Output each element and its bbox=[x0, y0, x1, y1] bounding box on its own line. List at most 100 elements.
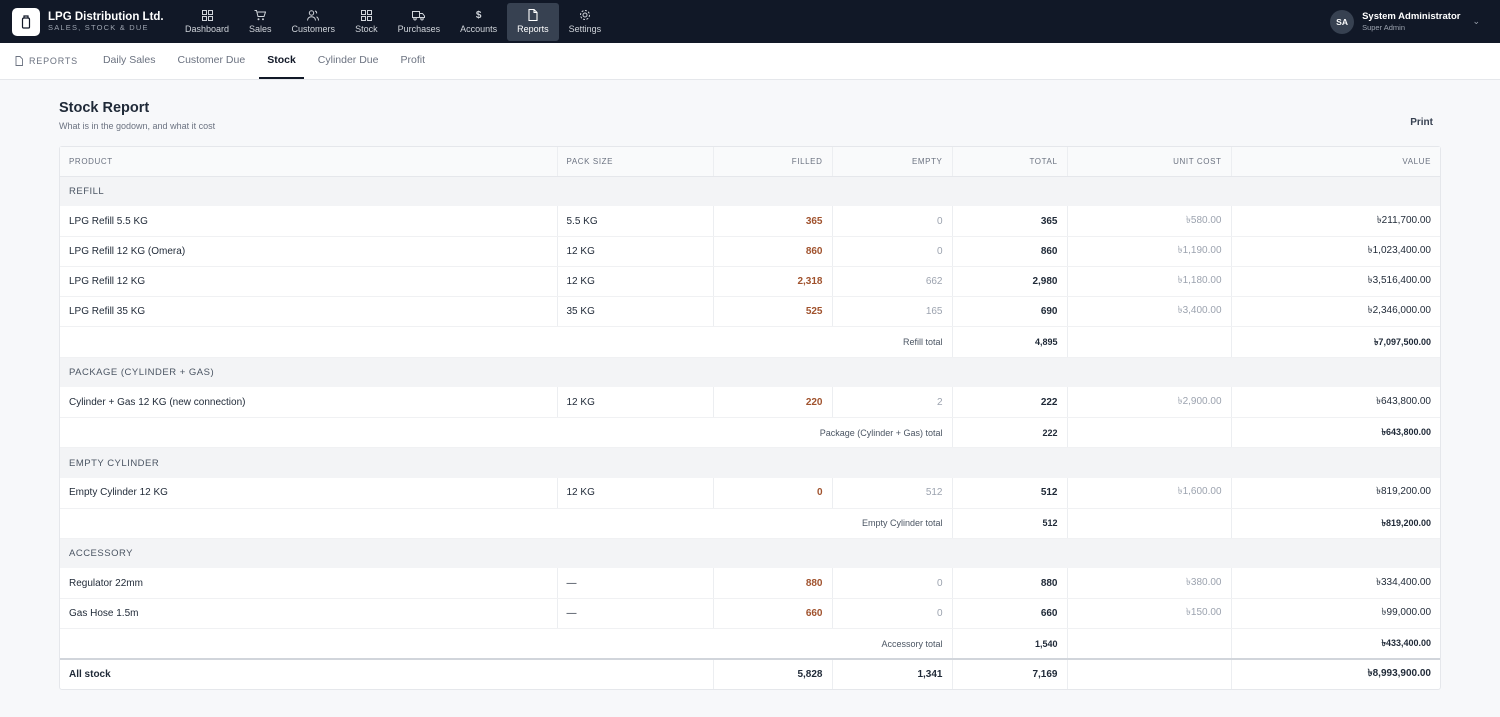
cart-icon bbox=[253, 9, 267, 21]
nav-item-accounts[interactable]: $ Accounts bbox=[450, 3, 507, 41]
group-header-row: REFILL bbox=[60, 176, 1440, 207]
table-row[interactable]: LPG Refill 12 KG (Omera) 12 KG 860 0 860 ৳1,1… bbox=[60, 236, 1440, 268]
empty-cell bbox=[1066, 417, 1231, 449]
group-header-row: PACKAGE (CYLINDER + GAS) bbox=[60, 357, 1440, 388]
total-qty: 222 bbox=[951, 387, 1067, 419]
filled-qty: 860 bbox=[712, 236, 832, 268]
group-title: PACKAGE (CYLINDER + GAS) bbox=[60, 357, 1440, 388]
product-name: Empty Cylinder 12 KG bbox=[60, 477, 557, 509]
nav-item-sales[interactable]: Sales bbox=[239, 3, 282, 41]
page-subtitle: What is in the godown, and what it cost bbox=[59, 121, 216, 131]
table-row[interactable]: LPG Refill 35 KG 35 KG 525 165 690 ৳3,400.00 ৳… bbox=[60, 296, 1440, 328]
dollar-icon: $ bbox=[475, 9, 482, 21]
column-header-product[interactable]: PRODUCT bbox=[60, 147, 557, 177]
brand[interactable]: LPG Distribution Ltd. SALES, STOCK & DUE bbox=[12, 7, 172, 36]
nav-label: Sales bbox=[249, 23, 272, 34]
user-name: System Administrator bbox=[1362, 11, 1461, 23]
nav-label: Dashboard bbox=[185, 23, 230, 34]
product-name: LPG Refill 5.5 KG bbox=[60, 206, 557, 237]
product-name: LPG Refill 35 KG bbox=[60, 296, 557, 328]
empty-qty: 0 bbox=[831, 568, 952, 600]
total-qty: 512 bbox=[951, 477, 1067, 509]
user-menu[interactable]: SA System Administrator Super Admin ⌄ bbox=[1330, 0, 1480, 43]
table-row[interactable]: LPG Refill 5.5 KG 5.5 KG 365 0 365 ৳580.00 ৳21… bbox=[60, 206, 1440, 237]
unit-cost: ৳380.00 bbox=[1066, 568, 1231, 600]
group-header-row: EMPTY CYLINDER bbox=[60, 447, 1440, 478]
table-row[interactable]: LPG Refill 12 KG 12 KG 2,318 662 2,980 ৳1,180… bbox=[60, 266, 1440, 298]
nav-item-settings[interactable]: Settings bbox=[559, 3, 612, 41]
nav-item-dashboard[interactable]: Dashboard bbox=[175, 3, 239, 41]
tab-cylinder-due[interactable]: Cylinder Due bbox=[310, 43, 387, 79]
tab-profit[interactable]: Profit bbox=[392, 43, 433, 79]
table-row[interactable]: Regulator 22mm —880 0 880 ৳380.00 ৳334,400.00 bbox=[60, 568, 1440, 600]
stock-table-card: PRODUCT PACK SIZE FILLED EMPTY TOTAL UNIT COS… bbox=[59, 146, 1441, 690]
empty-qty: 2 bbox=[831, 387, 952, 419]
table-row[interactable]: Cylinder + Gas 12 KG (new connection) 12 … bbox=[60, 387, 1440, 419]
empty-cell bbox=[1066, 326, 1231, 358]
total-qty: 2,980 bbox=[951, 266, 1067, 298]
total-qty: 690 bbox=[951, 296, 1067, 328]
column-header-value[interactable]: VALUE bbox=[1230, 147, 1440, 177]
column-header-empty[interactable]: EMPTY bbox=[831, 147, 952, 177]
pack-size: — bbox=[556, 598, 713, 630]
pack-size: 35 KG bbox=[556, 296, 713, 328]
unit-cost: ৳580.00 bbox=[1066, 206, 1231, 237]
nav-label: Purchases bbox=[397, 23, 441, 34]
print-button[interactable]: Print bbox=[1410, 117, 1433, 128]
table-row[interactable]: Empty Cylinder 12 KG 12 KG 0 512 512 ৳1,600.0… bbox=[60, 477, 1440, 509]
nav-label: Accounts bbox=[460, 23, 498, 34]
column-header-total[interactable]: TOTAL bbox=[951, 147, 1067, 177]
column-header-unit-cost[interactable]: UNIT COST bbox=[1066, 147, 1231, 177]
total-qty: 365 bbox=[951, 206, 1067, 237]
nav-label: Reports bbox=[517, 23, 549, 34]
stock-table: PRODUCT PACK SIZE FILLED EMPTY TOTAL UNIT COS… bbox=[60, 147, 1440, 689]
grand-total-row: All stock 5,828 1,341 7,169 ৳8,993,900.00 bbox=[60, 658, 1440, 689]
empty-qty: 165 bbox=[831, 296, 952, 328]
pack-size: 12 KG bbox=[556, 477, 713, 509]
table-row[interactable]: Gas Hose 1.5m —660 0 660 ৳150.00 ৳99,000.00 bbox=[60, 598, 1440, 630]
group-total-row: Refill total 4,895 ৳7,097,500.00 bbox=[60, 326, 1440, 358]
grand-value: ৳8,993,900.00 bbox=[1230, 658, 1440, 689]
stock-value: ৳3,516,400.00 bbox=[1230, 266, 1440, 298]
tab-daily-sales[interactable]: Daily Sales bbox=[95, 43, 164, 79]
nav-item-purchases[interactable]: Purchases bbox=[388, 3, 451, 41]
group-total-label: Empty Cylinder total bbox=[60, 508, 952, 539]
filled-qty: 365 bbox=[712, 206, 832, 237]
nav-item-customers[interactable]: Customers bbox=[282, 3, 346, 41]
empty-cell bbox=[1066, 658, 1231, 689]
group-total-qty: 222 bbox=[951, 417, 1067, 449]
unit-cost: ৳2,900.00 bbox=[1066, 387, 1231, 419]
filled-qty: 220 bbox=[712, 387, 832, 419]
document-icon bbox=[526, 9, 540, 21]
empty-cell bbox=[1066, 628, 1231, 660]
pack-size: 12 KG bbox=[556, 236, 713, 268]
grand-filled: 5,828 bbox=[712, 658, 832, 689]
group-title: REFILL bbox=[60, 176, 1440, 207]
group-total-value: ৳819,200.00 bbox=[1230, 508, 1440, 539]
unit-cost: ৳1,600.00 bbox=[1066, 477, 1231, 509]
nav-label: Settings bbox=[568, 23, 602, 34]
group-total-value: ৳433,400.00 bbox=[1230, 628, 1440, 660]
stock-value: ৳2,346,000.00 bbox=[1230, 296, 1440, 328]
nav-item-reports[interactable]: Reports bbox=[507, 2, 559, 41]
nav-item-stock[interactable]: Stock bbox=[345, 3, 388, 41]
stock-value: ৳334,400.00 bbox=[1230, 568, 1440, 600]
unit-cost: ৳150.00 bbox=[1066, 598, 1231, 630]
truck-icon bbox=[412, 10, 426, 21]
grand-total: 7,169 bbox=[951, 658, 1067, 689]
empty-cell bbox=[1066, 508, 1231, 539]
column-header-pack-size[interactable]: PACK SIZE bbox=[556, 147, 713, 177]
grid-icon bbox=[200, 9, 214, 21]
nav-label: Stock bbox=[355, 23, 378, 34]
tab-stock[interactable]: Stock bbox=[259, 43, 304, 79]
reports-breadcrumb: REPORTS bbox=[15, 43, 78, 79]
tab-customer-due[interactable]: Customer Due bbox=[169, 43, 253, 79]
column-header-filled[interactable]: FILLED bbox=[712, 147, 832, 177]
group-header-row: ACCESSORY bbox=[60, 538, 1440, 569]
users-icon bbox=[306, 9, 320, 21]
grid-icon bbox=[359, 9, 373, 21]
chevron-down-icon[interactable]: ⌄ bbox=[1472, 16, 1480, 27]
product-name: Cylinder + Gas 12 KG (new connection) bbox=[60, 387, 557, 419]
main-nav: Dashboard Sales Customers Stock Purchases $ Ac… bbox=[175, 0, 611, 43]
page-title: Stock Report bbox=[59, 100, 150, 116]
